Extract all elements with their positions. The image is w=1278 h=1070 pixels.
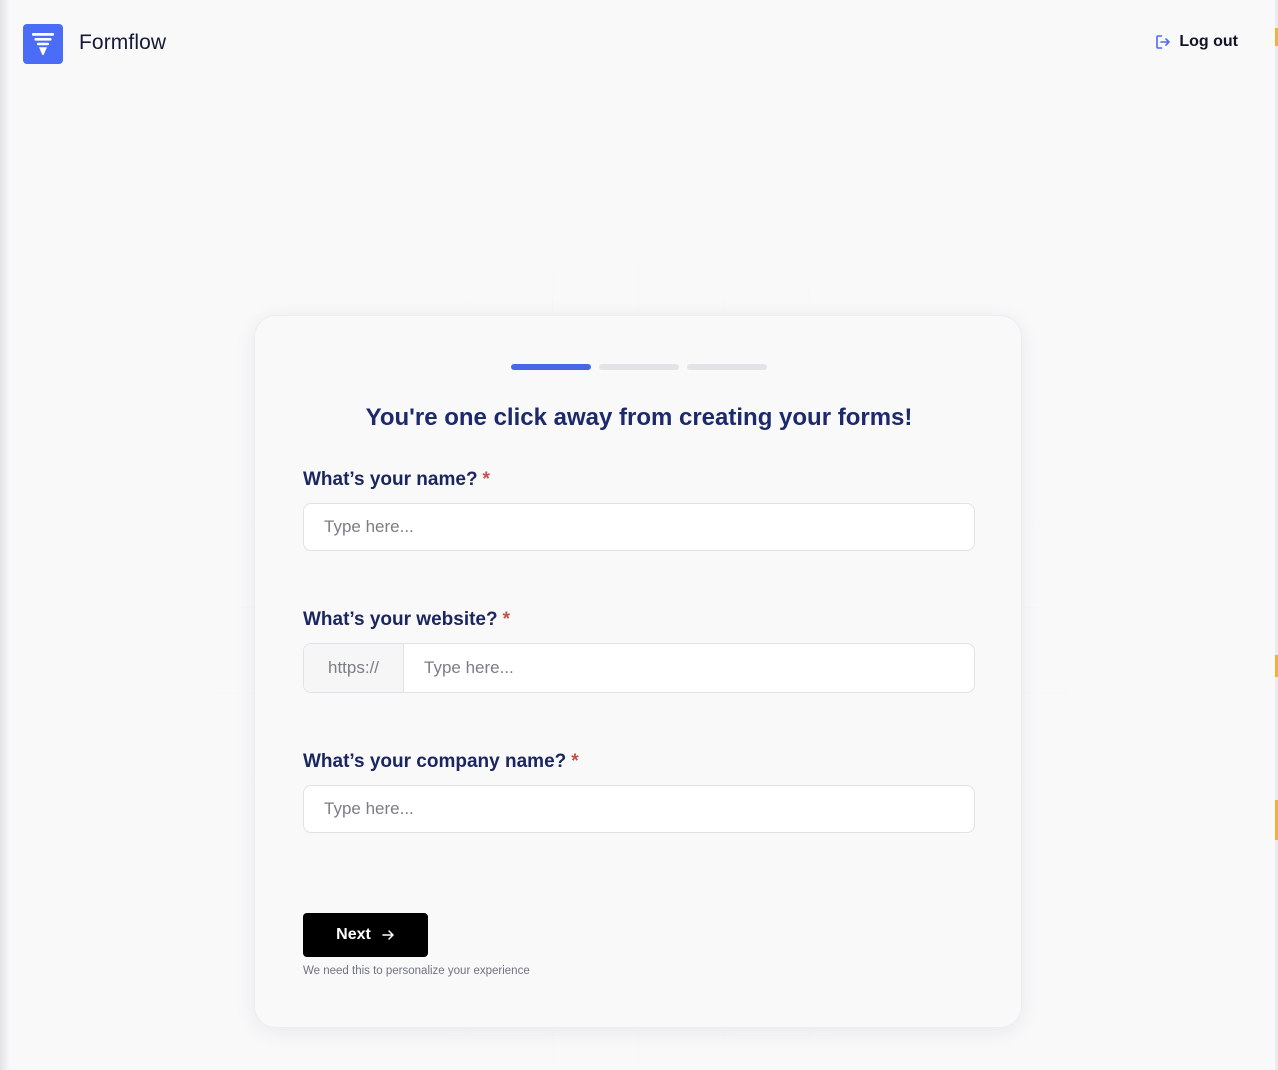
window-edge-shadow	[0, 0, 10, 1070]
arrow-right-icon	[382, 930, 394, 940]
website-label-text: What’s your website?	[303, 609, 498, 630]
next-button[interactable]: Next	[303, 913, 428, 957]
website-input[interactable]	[404, 644, 974, 692]
next-button-label: Next	[336, 926, 371, 943]
company-input[interactable]	[303, 785, 975, 833]
progress-step-1	[511, 364, 591, 370]
top-header: Formflow Log out	[0, 0, 1278, 88]
required-mark: *	[482, 469, 490, 490]
name-label-text: What’s your name?	[303, 469, 478, 490]
logout-label: Log out	[1179, 33, 1238, 50]
name-label: What’s your name? *	[303, 469, 490, 491]
onboarding-card: You're one click away from creating your…	[254, 315, 1022, 1028]
app-window: Formflow Log out You're one click away f…	[0, 0, 1278, 1070]
name-input[interactable]	[303, 503, 975, 551]
progress-step-3	[687, 364, 767, 370]
url-prefix: https://	[304, 644, 404, 692]
website-input-group: https://	[303, 643, 975, 693]
logout-icon	[1156, 35, 1171, 49]
required-mark: *	[502, 609, 511, 630]
step-progress	[511, 364, 767, 370]
logout-button[interactable]: Log out	[1155, 33, 1238, 51]
logo-funnel-icon	[32, 33, 54, 55]
formflow-logo-icon[interactable]	[23, 24, 63, 64]
company-label-text: What’s your company name?	[303, 751, 567, 772]
brand-name: Formflow	[79, 31, 167, 54]
website-label: What’s your website? *	[303, 609, 510, 631]
required-mark: *	[571, 751, 579, 772]
progress-step-2	[599, 364, 679, 370]
helper-text: We need this to personalize your experie…	[303, 965, 530, 977]
page-title: You're one click away from creating your…	[365, 404, 913, 431]
company-label: What’s your company name? *	[303, 751, 579, 773]
